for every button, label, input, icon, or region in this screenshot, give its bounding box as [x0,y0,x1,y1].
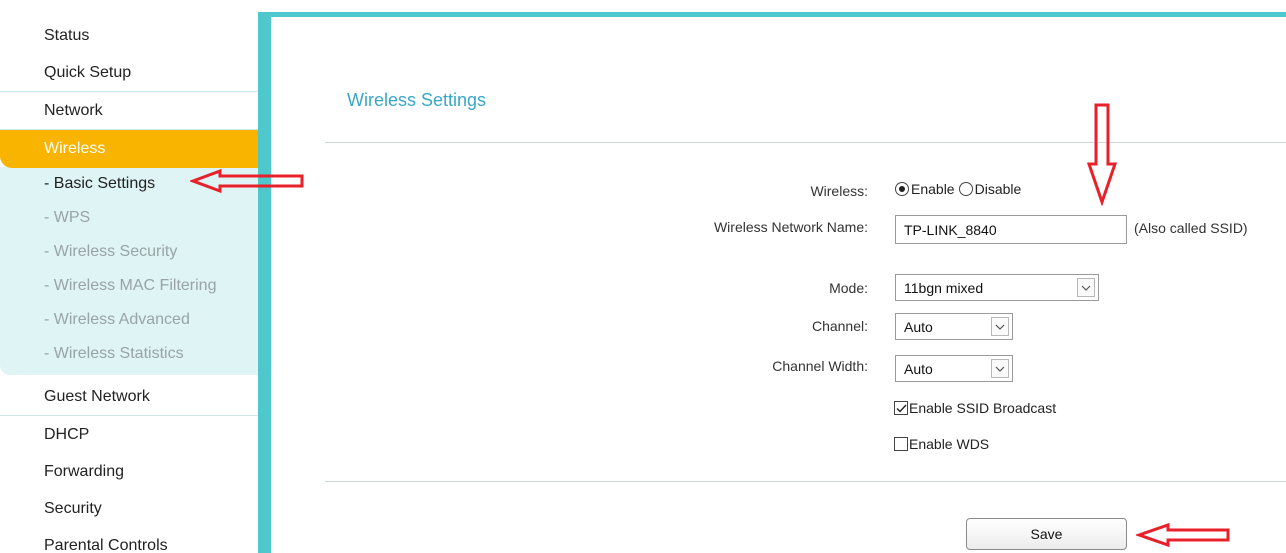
check-icon [896,404,907,413]
mode-select[interactable]: 11bgn mixed [895,274,1099,301]
chevron-down-icon [991,359,1009,378]
save-button[interactable]: Save [966,518,1127,550]
submenu-item-label: - Basic Settings [44,175,156,192]
ssid-hint: (Also called SSID) [1134,220,1248,236]
sidebar-item-label: Network [44,102,103,119]
wireless-submenu: - Basic Settings - WPS - Wireless Securi… [0,167,258,375]
disable-radio[interactable] [958,182,973,196]
chevron-down-icon [991,317,1009,336]
sidebar-item-wireless[interactable]: Wireless [0,130,258,168]
sidebar-item-forwarding[interactable]: Forwarding [0,453,258,491]
sidebar-item-security[interactable]: Security [0,490,258,528]
sidebar-item-dhcp[interactable]: DHCP [0,416,258,454]
sidebar-item-label: Parental Controls [44,537,168,553]
submenu-item-label: - Wireless Statistics [44,345,184,362]
submenu-item-wps[interactable]: - WPS [0,201,258,235]
network-name-label: Wireless Network Name: [713,219,868,235]
chevron-down-icon [1077,278,1095,297]
channel-width-select-value: Auto [904,361,933,377]
top-divider [325,142,1286,143]
channel-width-label: Channel Width: [772,358,868,374]
top-accent-line [258,12,1286,17]
sidebar-item-label: Quick Setup [44,64,132,81]
sidebar-item-quick-setup[interactable]: Quick Setup [0,54,258,92]
annotation-arrow-left-icon [190,168,304,194]
enable-radio-label: Enable [911,181,955,197]
network-name-input[interactable] [895,215,1127,244]
submenu-item-wireless-security[interactable]: - Wireless Security [0,235,258,269]
sidebar-item-label: Guest Network [44,388,150,405]
ssid-broadcast-label: Enable SSID Broadcast [909,400,1057,416]
sidebar-item-parental-controls[interactable]: Parental Controls [0,527,258,553]
channel-select[interactable]: Auto [895,313,1013,340]
sidebar-item-label: Security [44,500,102,517]
sidebar-item-guest-network[interactable]: Guest Network [0,378,258,416]
submenu-item-wireless-advanced[interactable]: - Wireless Advanced [0,303,258,337]
bottom-divider [325,481,1286,482]
disable-radio-label: Disable [974,181,1022,197]
sidebar-item-network[interactable]: Network [0,92,258,130]
wireless-radio-group: Enable Disable [895,181,1023,197]
sidebar: Status Quick Setup Network - Basic Setti… [0,17,258,553]
wireless-label: Wireless: [810,183,868,199]
channel-select-value: Auto [904,319,933,335]
submenu-item-wireless-mac-filtering[interactable]: - Wireless MAC Filtering [0,269,258,303]
channel-label: Channel: [811,318,868,334]
submenu-item-label: - Wireless Advanced [44,311,190,328]
sidebar-item-label: Forwarding [44,463,125,480]
wds-label: Enable WDS [909,436,990,452]
enable-radio[interactable] [895,182,909,196]
submenu-item-label: - Wireless MAC Filtering [44,277,217,294]
router-admin-page: Status Quick Setup Network - Basic Setti… [0,0,1286,553]
submenu-item-label: - WPS [44,209,91,226]
annotation-arrow-down-icon [1086,103,1118,206]
mode-label: Mode: [829,280,868,296]
wds-checkbox[interactable] [894,437,908,451]
ssid-broadcast-row: Enable SSID Broadcast [894,400,1056,416]
wds-row: Enable WDS [894,436,989,452]
sidebar-item-label: Wireless [44,140,106,157]
page-title: Wireless Settings [347,90,487,110]
mode-select-value: 11bgn mixed [904,280,984,296]
ssid-broadcast-checkbox[interactable] [894,401,908,415]
submenu-item-label: - Wireless Security [44,243,178,260]
annotation-arrow-left-icon [1136,522,1230,548]
sidebar-item-status[interactable]: Status [0,17,258,55]
sidebar-item-label: DHCP [44,426,90,443]
sidebar-item-label: Status [44,27,90,44]
submenu-item-wireless-statistics[interactable]: - Wireless Statistics [0,337,258,371]
channel-width-select[interactable]: Auto [895,355,1013,382]
sidebar-divider [258,12,271,553]
top-bar [0,0,1286,17]
